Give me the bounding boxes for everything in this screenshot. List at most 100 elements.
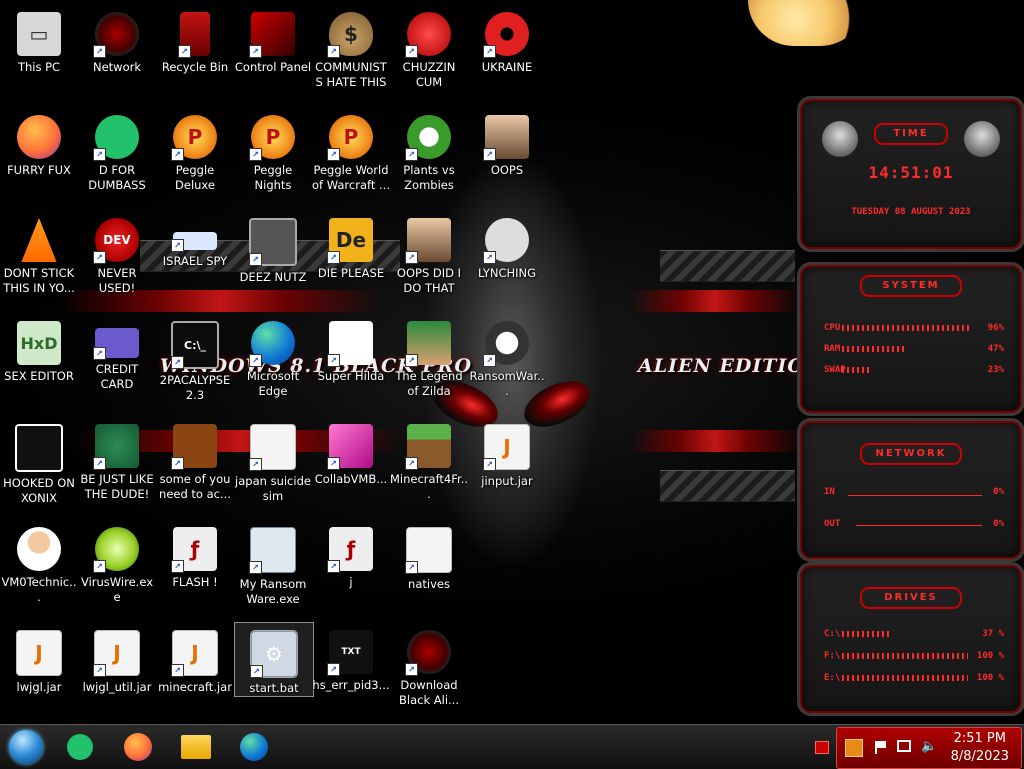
desktop-icon[interactable]: ↗ OOPS DID I DO THAT xyxy=(390,210,468,296)
desktop-icon[interactable]: ↗ CollabVMB... xyxy=(312,416,390,487)
skull-ring-icon: ↗ xyxy=(483,321,529,367)
desktop-icon[interactable]: ↗ My Ransom Ware.exe xyxy=(234,519,312,607)
shortcut-arrow-icon: ↗ xyxy=(171,356,184,369)
desktop-icon[interactable]: HxD SEX EDITOR xyxy=(0,313,78,384)
desktop-icon[interactable]: ƒ ↗ j xyxy=(312,519,390,590)
desktop-icon[interactable]: J ↗ lwjgl_util.jar xyxy=(78,622,156,695)
desktop-icon[interactable]: ↗ DEEZ NUTZ xyxy=(234,210,312,285)
desktop-icon[interactable]: ▭ This PC xyxy=(0,4,78,75)
shortcut-arrow-icon: ↗ xyxy=(327,354,340,367)
desktop[interactable]: WINDOWS 8.1 BLACK PRO ALIEN EDITION 20 ▭… xyxy=(0,0,1024,724)
desktop-icon[interactable]: ↗ CHUZZIN CUM xyxy=(390,4,468,90)
shortcut-arrow-icon: ↗ xyxy=(93,45,106,58)
desktop-icon[interactable]: ƒ ↗ FLASH ! xyxy=(156,519,234,590)
taskbar-button[interactable] xyxy=(118,729,158,765)
desktop-icon[interactable]: ↗ natives xyxy=(390,519,468,592)
desktop-icon[interactable]: HOOKED ON XONIX xyxy=(0,416,78,506)
desktop-icon[interactable]: ↗ Network xyxy=(78,4,156,75)
desktop-icon[interactable]: P ↗ Peggle World of Warcraft ... xyxy=(312,107,390,193)
desktop-icon[interactable]: ↗ Recycle Bin xyxy=(156,4,234,75)
system-row-label: RAM xyxy=(824,344,841,354)
system-row-level-bar xyxy=(842,346,904,352)
desktop-icon[interactable]: ↗ VirusWire.exe xyxy=(78,519,156,605)
desktop-icon[interactable]: De ↗ DIE PLEASE xyxy=(312,210,390,281)
de-icon: De ↗ xyxy=(327,218,373,264)
shortcut-arrow-icon: ↗ xyxy=(327,251,340,264)
desktop-icon[interactable]: J ↗ minecraft.jar xyxy=(156,622,234,695)
desktop-icon[interactable]: ↗ BE JUST LIKE THE DUDE! xyxy=(78,416,156,502)
desktop-icon-label: 2PACALYPSE 2.3 xyxy=(159,373,231,402)
hxd-editor-icon: HxD xyxy=(17,321,61,365)
network-gadget-title: NETWORK xyxy=(860,443,962,465)
desktop-icon[interactable]: C:\_ ↗ 2PACALYPSE 2.3 xyxy=(156,313,234,403)
desktop-icon[interactable]: ↗ CREDIT CARD CHECKER xyxy=(78,313,156,392)
flower-icon: ↗ xyxy=(405,115,451,161)
green-chat-icon xyxy=(67,734,93,760)
volume-icon[interactable]: 🔈 xyxy=(921,740,937,754)
desktop-icon[interactable]: ↗ japan suicide sim xyxy=(234,416,312,504)
shortcut-arrow-icon: ↗ xyxy=(171,560,184,573)
desktop-icon[interactable]: $↗COMMUNISTS HATE THIS G... xyxy=(312,4,390,90)
shortcut-arrow-icon: ↗ xyxy=(483,148,496,161)
network-out-label: OUT xyxy=(824,519,841,529)
control-panel-icon: ↗ xyxy=(249,12,295,58)
system-gadget[interactable]: SYSTEM CPU 96% RAM 47% SWAP 23% xyxy=(797,262,1024,416)
network-gadget[interactable]: NETWORK IN 0% OUT 0% xyxy=(797,418,1024,562)
desktop-icon[interactable]: Jlwjgl.jar xyxy=(0,622,78,695)
desktop-icon[interactable]: P↗Peggle Nights Deluxe xyxy=(234,107,312,193)
desktop-icon[interactable]: ⚙ ↗ start.bat xyxy=(234,622,314,697)
time-gadget[interactable]: TIME 14:51:01 TUESDAY 08 AUGUST 2023 xyxy=(797,96,1024,252)
desktop-icon[interactable]: ↗ Microsoft Edge xyxy=(234,313,312,399)
action-center-flag-icon[interactable] xyxy=(875,741,889,754)
network-tray-icon[interactable] xyxy=(897,740,911,752)
desktop-icon[interactable]: ↗ Download Black Ali... xyxy=(390,622,468,708)
desktop-icon[interactable]: ↗ LYNCHING xyxy=(468,210,546,281)
edge-icon: ↗ xyxy=(249,321,295,367)
taskbar-button[interactable] xyxy=(234,729,274,765)
shortcut-arrow-icon: ↗ xyxy=(93,148,106,161)
cmd-prompt-icon: C:\_ ↗ xyxy=(171,321,219,369)
desktop-icon[interactable]: ↗ OOPS xyxy=(468,107,546,178)
shortcut-arrow-icon: ↗ xyxy=(405,148,418,161)
taskbar-button[interactable] xyxy=(60,729,100,765)
noose-icon: ↗ xyxy=(483,218,529,264)
desktop-icon[interactable]: ↗ ISRAEL SPY xyxy=(156,210,234,269)
desktop-icon[interactable]: TXT ↗ hs_err_pid3... xyxy=(312,622,390,693)
notification-flag-icon[interactable] xyxy=(815,741,829,754)
desktop-icon-label: lwjgl.jar xyxy=(16,680,62,694)
desktop-icon[interactable]: ↗ UKRAINE xyxy=(468,4,546,75)
shortcut-arrow-icon: ↗ xyxy=(93,347,106,360)
taskbar-button[interactable] xyxy=(176,729,216,765)
drives-gadget-title: DRIVES xyxy=(860,587,962,609)
taskbar-clock[interactable]: 2:51 PM 8/8/2023 xyxy=(951,730,1009,766)
desktop-icon[interactable]: FURRY FUX xyxy=(0,107,78,178)
drives-gadget[interactable]: DRIVES C:\ 37 % F:\ 100 % E:\ 100 % xyxy=(797,562,1024,716)
time-gadget-clock: 14:51:01 xyxy=(868,163,954,182)
desktop-icon[interactable]: ↗ Super Hilda xyxy=(312,313,390,384)
wallpaper-metal-panel xyxy=(660,250,795,282)
firefox-icon xyxy=(124,733,152,761)
start-button[interactable] xyxy=(6,729,46,765)
desktop-icon-label: FURRY FUX xyxy=(7,163,71,177)
desktop-icon[interactable]: P ↗ Peggle Deluxe xyxy=(156,107,234,193)
peggle-icon: P ↗ xyxy=(171,115,217,161)
desktop-icon[interactable]: ↗ RansomWar... xyxy=(468,313,546,399)
desktop-icon-label: hs_err_pid3... xyxy=(312,678,390,692)
desktop-icon[interactable]: ↗ Minecraft4Fr... xyxy=(390,416,468,502)
desktop-icon[interactable]: ↗ Plants vs Zombies xyxy=(390,107,468,193)
desktop-icon[interactable]: DONT STICK THIS IN YO... xyxy=(0,210,78,296)
desktop-icon[interactable]: DEV ↗ NEVER USED! xyxy=(78,210,156,296)
desktop-icon-label: some of you need to ac... xyxy=(159,472,231,501)
desktop-icon[interactable]: ↗ The Legend of Zilda xyxy=(390,313,468,399)
link-sprite-icon: ↗ xyxy=(405,321,451,367)
flash-file-icon: ƒ ↗ xyxy=(327,527,373,573)
desktop-icon[interactable]: VM0Technic... xyxy=(0,519,78,605)
shortcut-arrow-icon: ↗ xyxy=(249,561,262,574)
desktop-icon[interactable]: ↗ D FOR DUMBASS xyxy=(78,107,156,193)
desktop-icon[interactable]: J ↗ jinput.jar xyxy=(468,416,546,489)
desktop-icon[interactable]: ↗ Control Panel xyxy=(234,4,312,75)
tray-app-icon[interactable] xyxy=(845,739,863,757)
desktop-icon[interactable]: ↗ some of you need to ac... xyxy=(156,416,234,502)
shortcut-arrow-icon: ↗ xyxy=(405,663,418,676)
desktop-icon-label: lwjgl_util.jar xyxy=(82,680,152,694)
